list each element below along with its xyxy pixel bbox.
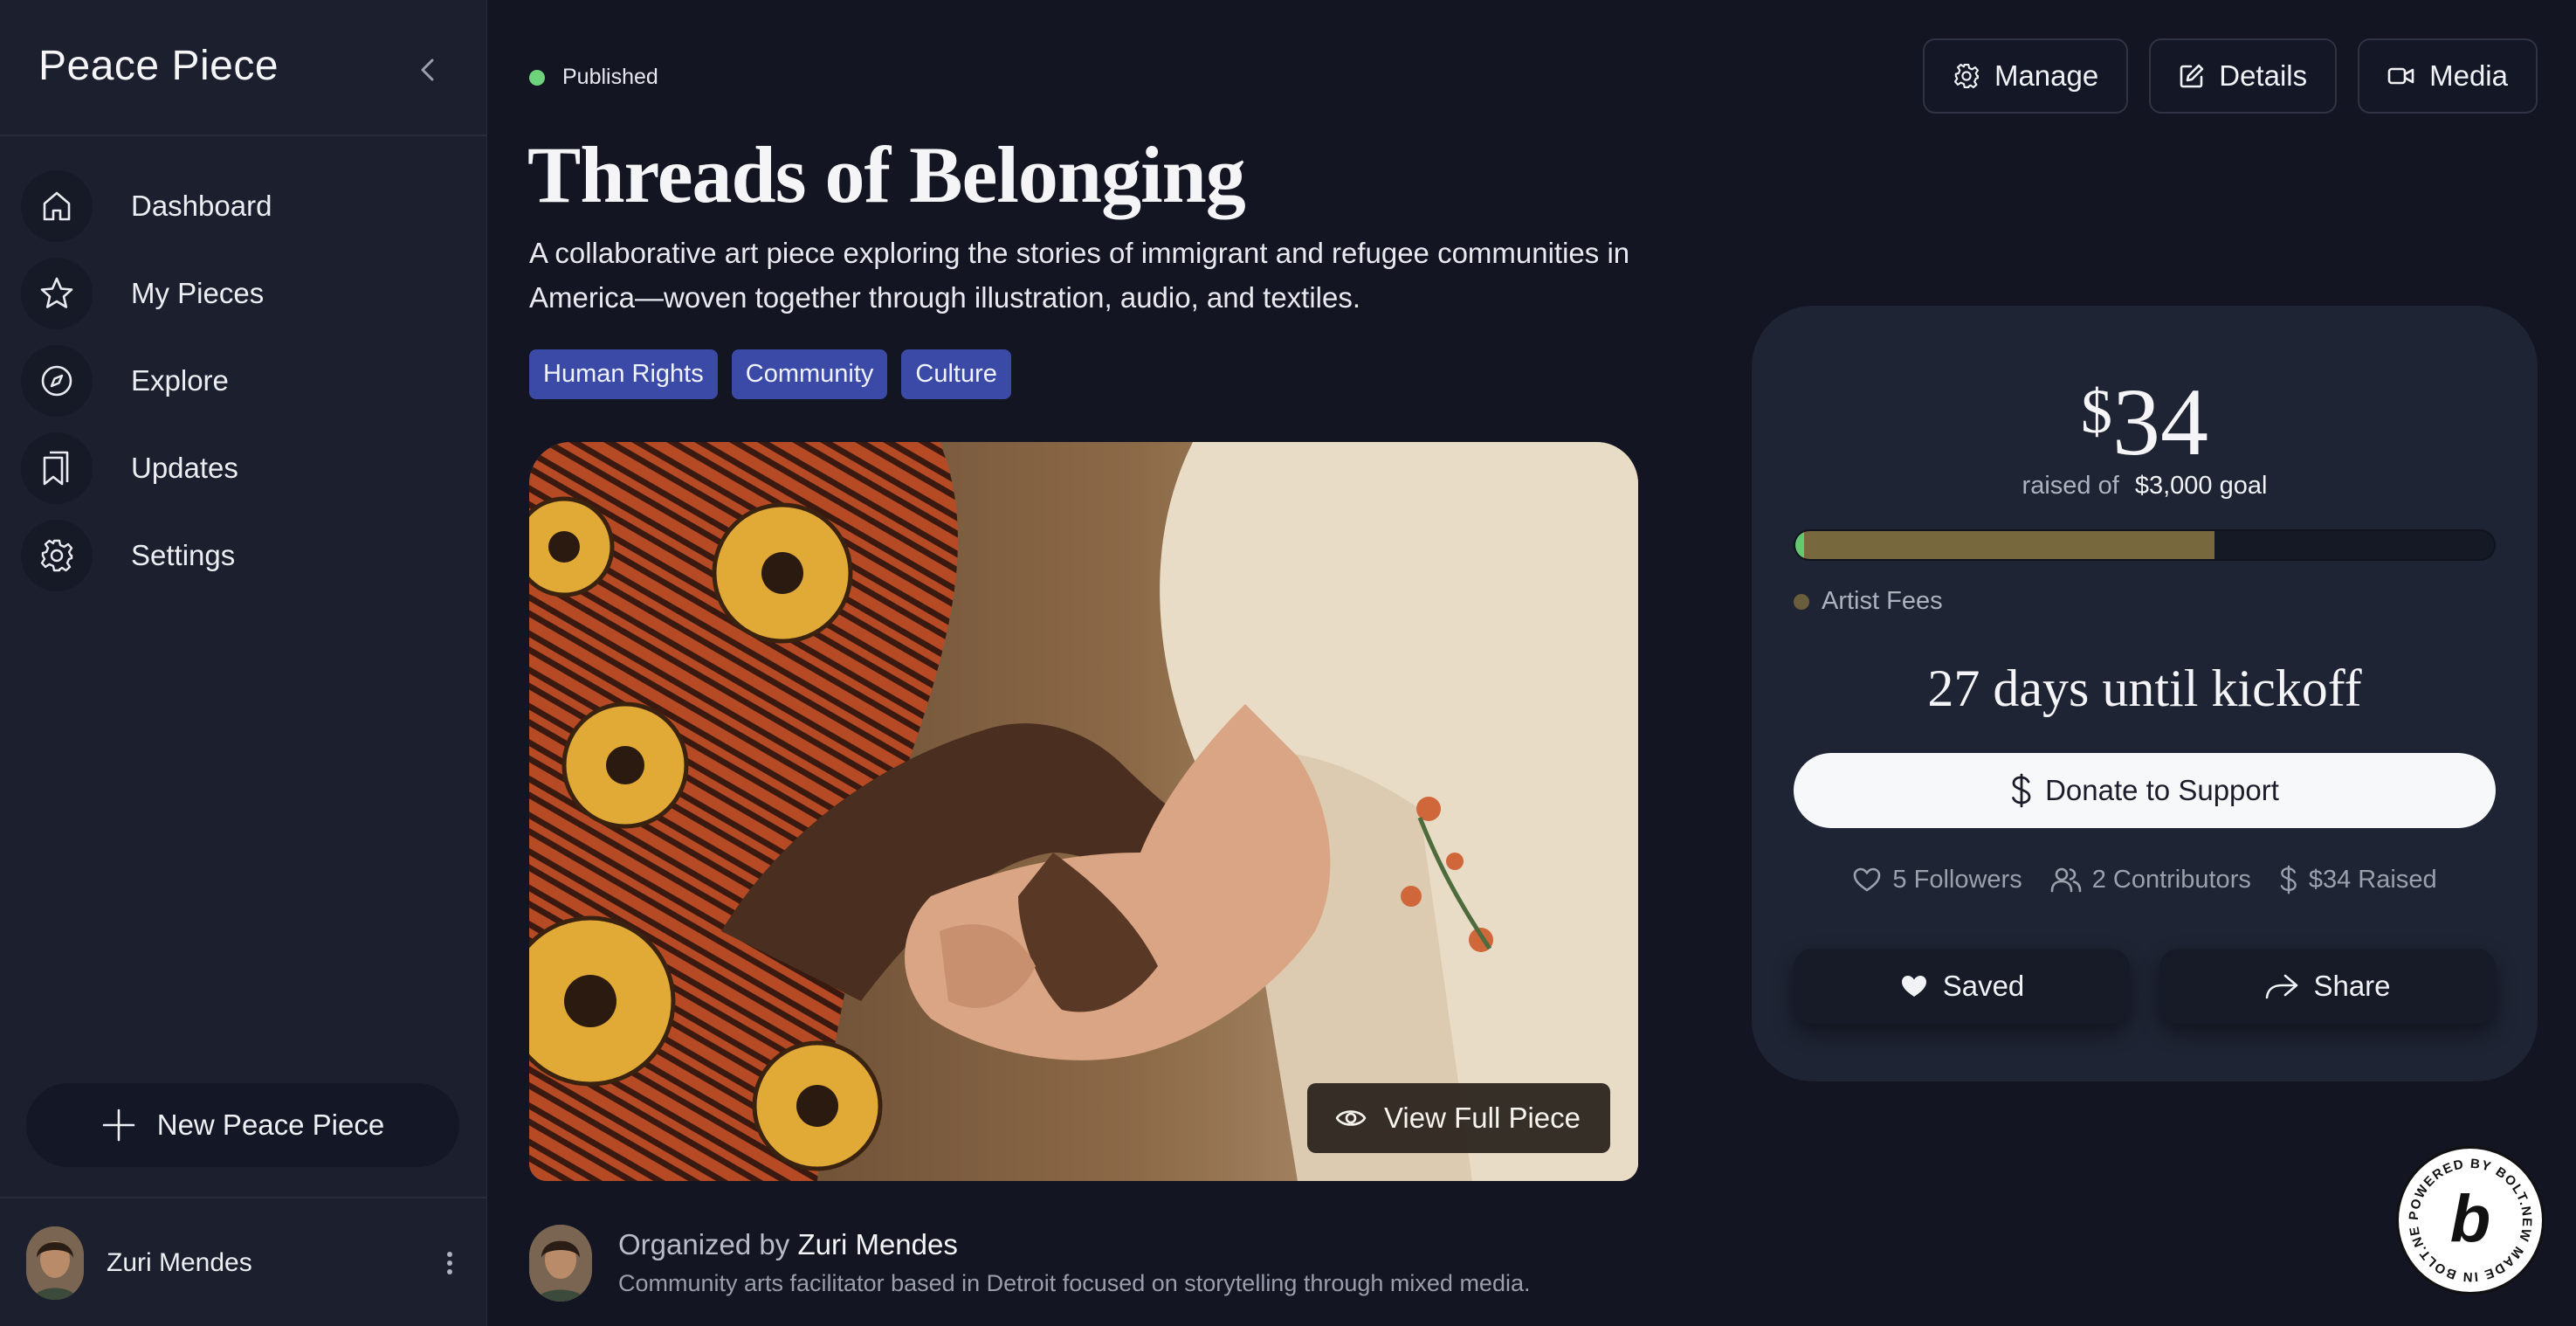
raised-of-label: raised of bbox=[2022, 472, 2119, 500]
badge-letter: b bbox=[2450, 1182, 2490, 1256]
amount-value: 34 bbox=[2112, 369, 2208, 475]
kickoff-countdown: 27 days until kickoff bbox=[1927, 660, 2362, 717]
organizer-line: Organized by Zuri Mendes bbox=[618, 1228, 1530, 1261]
sidebar-item-my-pieces[interactable]: My Pieces bbox=[21, 250, 466, 337]
clasped-hands-illustration bbox=[529, 442, 1638, 1181]
sidebar: Peace Piece Dashboard My Pieces Explore bbox=[0, 0, 487, 1326]
organizer-prefix: Organized by bbox=[618, 1228, 790, 1260]
saved-label: Saved bbox=[1942, 970, 2025, 1002]
sidebar-item-explore[interactable]: Explore bbox=[21, 337, 466, 425]
status-badge: Published bbox=[529, 65, 658, 90]
organizer-avatar[interactable] bbox=[529, 1225, 592, 1302]
saved-button[interactable]: Saved bbox=[1794, 949, 2130, 1024]
share-button[interactable]: Share bbox=[2159, 949, 2496, 1024]
user-profile[interactable]: Zuri Mendes bbox=[26, 1225, 463, 1302]
followers-stat: 5 Followers bbox=[1852, 865, 2022, 894]
share-forward-icon bbox=[2266, 974, 2298, 999]
donate-label: Donate to Support bbox=[2045, 774, 2279, 806]
bookmarks-icon bbox=[21, 432, 93, 504]
donate-button[interactable]: Donate to Support bbox=[1794, 753, 2496, 828]
raised-amount: $34 bbox=[1752, 367, 2538, 478]
details-label: Details bbox=[2219, 59, 2308, 92]
plus-icon bbox=[102, 1108, 135, 1142]
sidebar-divider bbox=[0, 135, 487, 136]
manage-label: Manage bbox=[1994, 59, 2099, 92]
avatar bbox=[26, 1226, 84, 1300]
progress-legend: Artist Fees bbox=[1794, 587, 1943, 616]
sidebar-item-updates[interactable]: Updates bbox=[21, 425, 466, 512]
chevron-left-icon bbox=[421, 59, 434, 81]
share-label: Share bbox=[2313, 970, 2391, 1002]
sidebar-item-settings[interactable]: Settings bbox=[21, 512, 466, 599]
edit-icon bbox=[2180, 64, 2204, 88]
media-label: Media bbox=[2429, 59, 2508, 92]
status-dot bbox=[529, 69, 545, 86]
sidebar-item-dashboard[interactable]: Dashboard bbox=[21, 162, 466, 250]
manage-button[interactable]: Manage bbox=[1922, 38, 2129, 114]
hero-image: View Full Piece bbox=[529, 442, 1638, 1181]
status-label: Published bbox=[562, 65, 658, 89]
page-title: Threads of Belonging bbox=[527, 130, 1246, 219]
organizer-info: Organized by Zuri Mendes Community arts … bbox=[529, 1225, 1530, 1302]
brand-title: Peace Piece bbox=[38, 43, 279, 89]
tag[interactable]: Human Rights bbox=[529, 349, 718, 399]
legend-label: Artist Fees bbox=[1822, 587, 1943, 615]
tag-list: Human Rights Community Culture bbox=[529, 349, 1011, 399]
goal-amount: $3,000 goal bbox=[2134, 472, 2268, 500]
sidebar-item-label: Updates bbox=[131, 452, 238, 484]
sidebar-item-label: Dashboard bbox=[131, 190, 272, 222]
new-peace-piece-label: New Peace Piece bbox=[156, 1108, 385, 1141]
piece-toolbar: Manage Details Media bbox=[1922, 38, 2538, 114]
heart-icon bbox=[1854, 867, 1881, 892]
followers-label: 5 Followers bbox=[1892, 865, 2022, 894]
organizer-bio: Community arts facilitator based in Detr… bbox=[618, 1270, 1531, 1296]
organizer-name[interactable]: Zuri Mendes bbox=[797, 1228, 957, 1260]
progress-start-marker bbox=[1795, 531, 1804, 559]
sidebar-item-label: My Pieces bbox=[131, 277, 265, 309]
contributors-label: 2 Contributors bbox=[2091, 865, 2251, 894]
users-icon bbox=[2050, 867, 2082, 893]
sidebar-divider bbox=[0, 1197, 487, 1198]
view-full-piece-button[interactable]: View Full Piece bbox=[1307, 1083, 1610, 1153]
new-peace-piece-button[interactable]: New Peace Piece bbox=[26, 1083, 459, 1167]
gear-icon bbox=[21, 520, 93, 591]
legend-dot bbox=[1794, 593, 1809, 610]
eye-icon bbox=[1335, 1110, 1367, 1126]
gear-icon bbox=[1953, 63, 1979, 89]
dollar-icon bbox=[2012, 773, 2031, 808]
user-name: Zuri Mendes bbox=[107, 1248, 252, 1277]
view-full-piece-label: View Full Piece bbox=[1384, 1102, 1581, 1134]
bolt-logo-icon: POWERED BY BOLT.NEW MADE IN BOLT.NEW b bbox=[2399, 1149, 2533, 1284]
funding-card: $34 raised of $3,000 goal Artist Fees 27… bbox=[1752, 306, 2538, 1081]
details-button[interactable]: Details bbox=[2149, 38, 2338, 114]
heart-filled-icon bbox=[1901, 976, 1926, 997]
bolt-badge[interactable]: POWERED BY BOLT.NEW MADE IN BOLT.NEW b bbox=[2396, 1146, 2545, 1295]
tag[interactable]: Culture bbox=[901, 349, 1011, 399]
dollar-icon bbox=[2280, 865, 2297, 894]
card-actions: Saved Share bbox=[1794, 949, 2496, 1024]
collapse-sidebar-button[interactable] bbox=[410, 52, 445, 87]
video-icon bbox=[2387, 67, 2414, 85]
currency-symbol: $ bbox=[2081, 376, 2112, 446]
home-icon bbox=[21, 170, 93, 242]
progress-fill bbox=[1795, 531, 2214, 559]
sidebar-item-label: Settings bbox=[131, 539, 236, 571]
sidebar-item-label: Explore bbox=[131, 364, 229, 397]
more-options-button[interactable] bbox=[437, 1246, 463, 1281]
funding-progress-bar bbox=[1794, 529, 2496, 561]
piece-stats: 5 Followers 2 Contributors $34 Raised bbox=[1752, 865, 2538, 894]
tag[interactable]: Community bbox=[731, 349, 888, 399]
piece-description: A collaborative art piece exploring the … bbox=[529, 237, 1630, 314]
raised-label: $34 Raised bbox=[2308, 865, 2437, 894]
compass-icon bbox=[21, 345, 93, 417]
contributors-stat: 2 Contributors bbox=[2050, 865, 2251, 894]
goal-text: raised of $3,000 goal bbox=[1752, 472, 2538, 501]
sidebar-nav: Dashboard My Pieces Explore Updates Sett… bbox=[21, 162, 466, 599]
star-icon bbox=[21, 258, 93, 329]
raised-stat: $34 Raised bbox=[2279, 865, 2437, 894]
more-vertical-icon bbox=[447, 1252, 452, 1274]
media-button[interactable]: Media bbox=[2358, 38, 2538, 114]
